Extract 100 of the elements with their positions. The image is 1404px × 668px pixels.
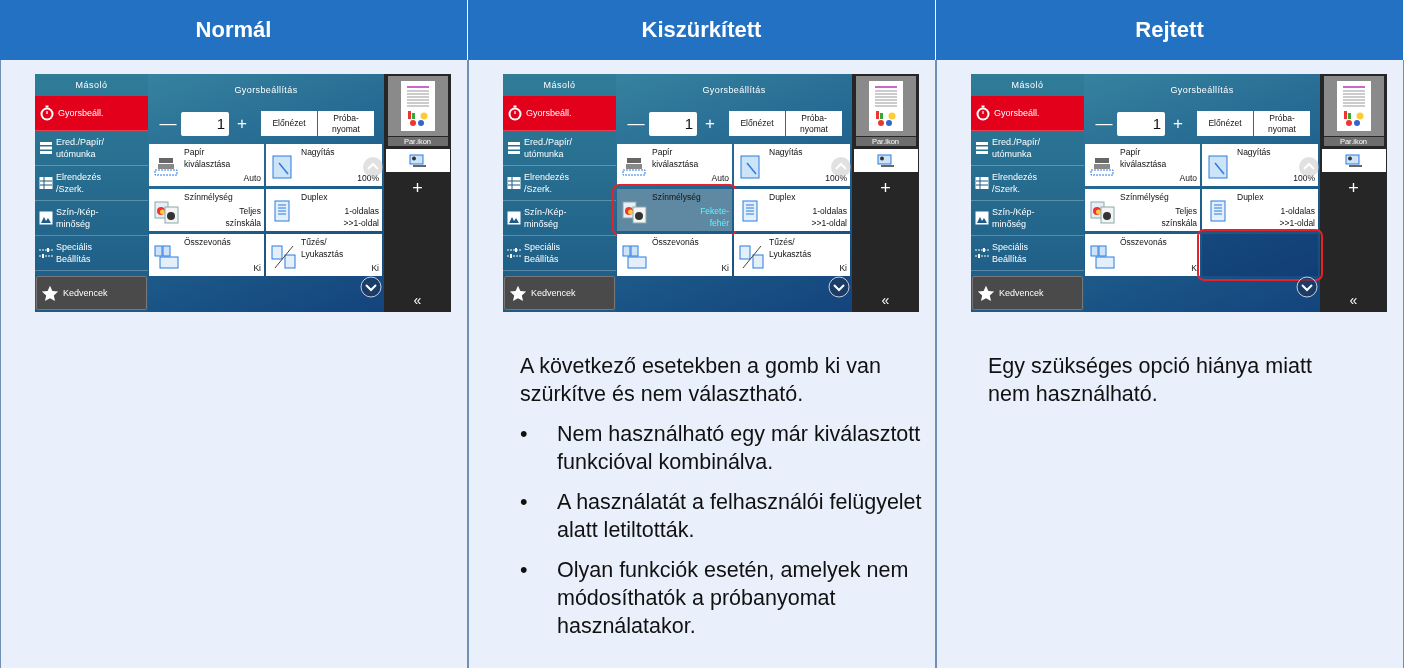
increase-button[interactable]: + — [1169, 113, 1187, 134]
preview-button[interactable]: Előnézet — [261, 111, 317, 136]
add-button[interactable]: + — [412, 178, 423, 199]
menu-item[interactable]: Speciális Beállítás — [35, 236, 148, 271]
printer-icon — [154, 155, 180, 177]
document-thumbnail[interactable] — [855, 76, 916, 136]
copies-field[interactable]: 1 — [649, 111, 697, 136]
id-card-icon — [876, 153, 895, 168]
menu-item[interactable]: Gyorsbeáll. — [35, 96, 148, 131]
menu-item[interactable]: Szín-/Kép- minőség — [971, 201, 1084, 236]
increase-button[interactable]: + — [701, 113, 719, 134]
menu-item[interactable]: Elrendezés /Szerk. — [503, 166, 616, 201]
menu-title: Másoló — [1010, 79, 1045, 92]
menu-item[interactable]: Ered./Papír/ utómunka — [971, 131, 1084, 166]
decrease-button[interactable]: — — [627, 113, 645, 134]
function-tile[interactable]: Összevonás Ki — [149, 234, 264, 276]
function-tile[interactable]: Duplex 1-oldalas >>1-oldal — [1202, 189, 1318, 231]
function-tile[interactable]: Duplex 1-oldalas >>1-oldal — [266, 189, 382, 231]
screen-title: Gyorsbeállítás — [1169, 84, 1235, 97]
decrease-button[interactable]: — — [1095, 113, 1113, 134]
scroll-down-icon[interactable] — [828, 276, 850, 298]
function-tile[interactable]: Duplex 1-oldalas >>1-oldal — [734, 189, 850, 231]
sliders-icon — [507, 247, 521, 259]
collapse-button[interactable]: « — [413, 292, 422, 308]
preview-button[interactable]: Előnézet — [1197, 111, 1253, 136]
document-thumbnail[interactable] — [387, 76, 448, 136]
function-tile[interactable]: Színmélység Fekete- fehér — [617, 189, 732, 231]
menu-item[interactable]: Szín-/Kép- minőség — [35, 201, 148, 236]
decrease-button[interactable]: — — [159, 113, 177, 134]
menu-item[interactable]: Gyorsbeáll. — [971, 96, 1084, 131]
function-tile[interactable]: Színmélység Teljes színskála — [149, 189, 264, 231]
favorites-button[interactable]: Kedvencek — [972, 276, 1083, 310]
bullet-text: Olyan funkciók esetén, amelyek nem módosíthatók a próbanyomat használatakor. — [557, 557, 910, 640]
menu-item[interactable]: Speciális Beállítás — [503, 236, 616, 271]
bullet-text: Nem használható egy már kiválasztott funkcióval kombinálva. — [557, 421, 922, 476]
function-tile[interactable]: Tűzés/ Lyukasztás Ki — [734, 234, 850, 276]
sliders-icon — [39, 247, 53, 259]
id-card-button[interactable] — [853, 149, 918, 172]
color-pages-icon — [1090, 200, 1116, 224]
screen-title: Gyorsbeállítás — [701, 84, 767, 97]
favorites-button[interactable]: Kedvencek — [36, 276, 147, 310]
function-tile[interactable]: Tűzés/ Lyukasztás Ki — [266, 234, 382, 276]
paper-stack-icon — [975, 141, 989, 155]
column-header: Kiszürkített — [468, 0, 936, 60]
function-tile[interactable]: Nagyítás 100% — [1202, 144, 1318, 186]
document-page-icon — [1336, 81, 1371, 131]
image-quality-icon — [507, 211, 521, 225]
paper-stack-icon — [507, 141, 521, 155]
staple-punch-icon — [271, 245, 297, 269]
menu-item[interactable]: Speciális Beállítás — [971, 236, 1084, 271]
menu-item[interactable]: Szín-/Kép- minőség — [503, 201, 616, 236]
menu-item[interactable]: Elrendezés /Szerk. — [971, 166, 1084, 201]
menu-item[interactable]: Ered./Papír/ utómunka — [503, 131, 616, 166]
printer-icon — [1090, 155, 1116, 177]
id-card-button[interactable] — [385, 149, 450, 172]
printer-icon — [622, 155, 648, 177]
menu-item[interactable]: Ered./Papír/ utómunka — [35, 131, 148, 166]
screen-title: Gyorsbeállítás — [233, 84, 299, 97]
favorites-button[interactable]: Kedvencek — [504, 276, 615, 310]
collapse-button[interactable]: « — [1349, 292, 1358, 308]
scroll-down-icon[interactable] — [360, 276, 382, 298]
layout-grid-icon — [507, 176, 521, 190]
menu-title: Másoló — [74, 79, 109, 92]
add-button[interactable]: + — [1348, 178, 1359, 199]
add-button[interactable]: + — [880, 178, 891, 199]
copies-field[interactable]: 1 — [1117, 111, 1165, 136]
function-tile[interactable]: Nagyítás 100% — [266, 144, 382, 186]
function-tile[interactable]: Papír kiválasztása Auto — [617, 144, 732, 186]
function-tile[interactable]: Összevonás Ki — [617, 234, 732, 276]
description-text: A következő esetekben a gomb ki van szürkítve és nem választható. — [520, 353, 882, 408]
menu-item[interactable]: Elrendezés /Szerk. — [35, 166, 148, 201]
collapse-button[interactable]: « — [881, 292, 890, 308]
proof-print-button[interactable]: Próba- nyomat — [318, 111, 374, 136]
menu-item[interactable]: Gyorsbeáll. — [503, 96, 616, 131]
menu-title: Másoló — [542, 79, 577, 92]
increase-button[interactable]: + — [233, 113, 251, 134]
image-quality-icon — [975, 211, 989, 225]
star-icon — [509, 284, 527, 302]
function-tile[interactable]: Összevonás K — [1085, 234, 1200, 276]
proof-print-button[interactable]: Próba- nyomat — [786, 111, 842, 136]
stopwatch-icon — [507, 105, 523, 121]
color-pages-icon — [154, 200, 180, 224]
column-header: Rejtett — [936, 0, 1404, 60]
proof-print-button[interactable]: Próba- nyomat — [1254, 111, 1310, 136]
preview-button[interactable]: Előnézet — [729, 111, 785, 136]
image-quality-icon — [39, 211, 53, 225]
document-thumbnail[interactable] — [1323, 76, 1384, 136]
function-tile[interactable]: Papír kiválasztása Auto — [149, 144, 264, 186]
combine-pages-icon — [1090, 245, 1116, 269]
id-card-button[interactable] — [1321, 149, 1386, 172]
function-tile[interactable]: Színmélység Teljes színskála — [1085, 189, 1200, 231]
function-tile[interactable]: Papír kiválasztása Auto — [1085, 144, 1200, 186]
id-card-icon — [408, 153, 427, 168]
bullet-mark: • — [520, 421, 529, 448]
layout-grid-icon — [975, 176, 989, 190]
function-tile[interactable]: Nagyítás 100% — [734, 144, 850, 186]
copies-field[interactable]: 1 — [181, 111, 229, 136]
description-text: Egy szükséges opció hiánya miatt nem használható. — [988, 353, 1313, 408]
scroll-down-icon[interactable] — [1296, 276, 1318, 298]
combine-pages-icon — [154, 245, 180, 269]
